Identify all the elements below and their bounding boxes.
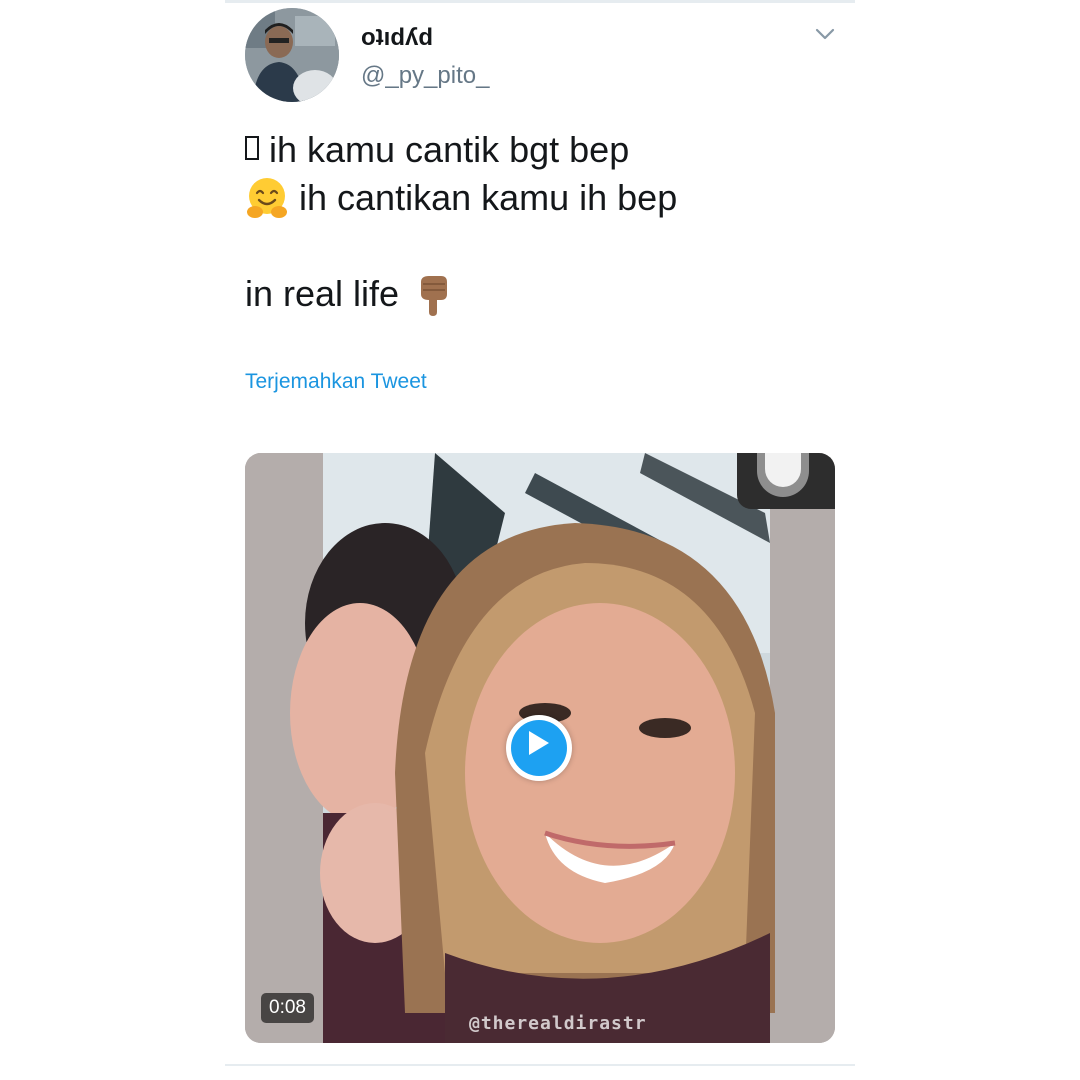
screen-record-overlay <box>737 453 835 509</box>
tweet-text: ih kamu cantik bgt bep ih cantikan kamu … <box>245 126 845 318</box>
tweet-line: in real life <box>245 270 845 318</box>
missing-glyph-icon <box>245 136 259 160</box>
play-button[interactable] <box>506 715 572 781</box>
tweet-line-text: ih cantikan kamu ih bep <box>299 177 678 218</box>
tweet-screenshot: oʇıdʎd @_py_pito_ ih kamu cantik bgt bep <box>0 0 1080 1080</box>
bottom-divider <box>225 1064 855 1066</box>
tweet-line-text: ih kamu cantik bgt bep <box>269 129 630 170</box>
video-player[interactable]: 0:08 @therealdirastr <box>245 453 835 1043</box>
translate-tweet-link[interactable]: Terjemahkan Tweet <box>245 370 427 394</box>
video-duration-badge: 0:08 <box>261 993 314 1023</box>
video-watermark: @therealdirastr <box>469 1013 647 1034</box>
backhand-index-pointing-down-emoji-icon <box>411 272 455 316</box>
display-name[interactable]: oʇıdʎd <box>361 24 433 52</box>
tweet-line-text: in real life <box>245 273 400 314</box>
play-icon <box>529 731 549 755</box>
tweet-line: ih cantikan kamu ih bep <box>245 174 845 222</box>
username-handle[interactable]: @_py_pito_ <box>361 62 489 90</box>
chevron-down-icon[interactable] <box>813 22 837 46</box>
avatar[interactable] <box>245 8 339 102</box>
hugging-face-emoji-icon <box>245 176 289 220</box>
tweet-card[interactable]: oʇıdʎd @_py_pito_ ih kamu cantik bgt bep <box>245 0 845 1060</box>
tweet-line: ih kamu cantik bgt bep <box>245 126 845 174</box>
